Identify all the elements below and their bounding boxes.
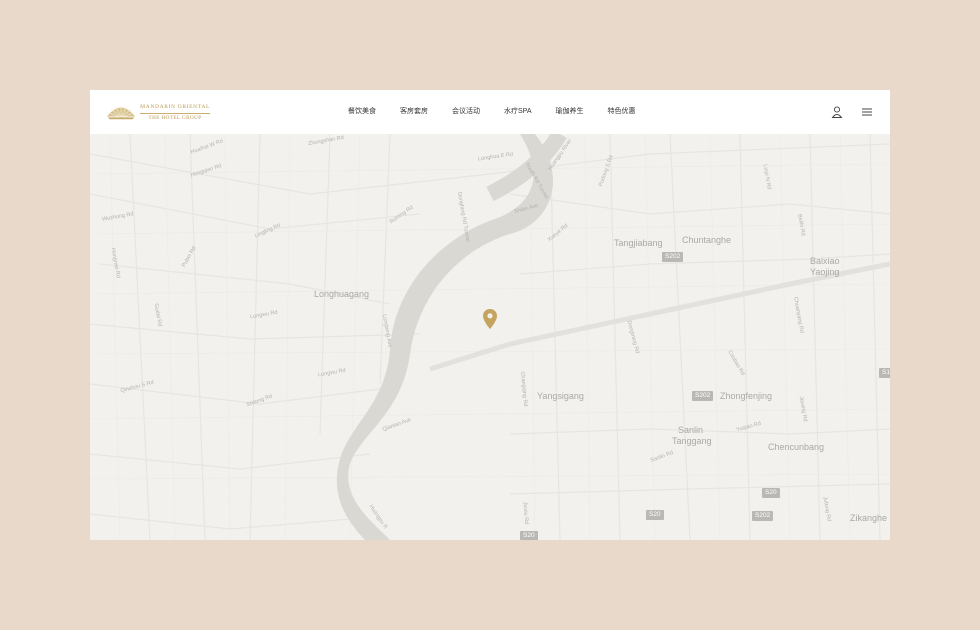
map-canvas: [90, 134, 890, 540]
district-label: Yangsigang: [537, 391, 584, 401]
nav-item-dining[interactable]: 餐饮美食: [348, 107, 376, 117]
district-label: Tangjiabang: [614, 238, 663, 248]
logo-line-1: MANDARIN ORIENTAL: [140, 104, 210, 111]
highway-shield: S20: [646, 510, 664, 520]
district-label: Longhuagang: [314, 289, 370, 299]
nav-item-offers[interactable]: 特色优惠: [608, 107, 636, 117]
user-icon[interactable]: [830, 105, 844, 119]
district-label: Baixiao: [810, 256, 840, 266]
location-map[interactable]: Longhuagang Tangjiabang Chuntanghe Baixi…: [90, 134, 890, 540]
highway-shield: S202: [662, 252, 684, 262]
logo-wordmark: MANDARIN ORIENTAL THE HOTEL GROUP: [140, 104, 210, 121]
site-header: MANDARIN ORIENTAL THE HOTEL GROUP 餐饮美食 客…: [90, 90, 890, 134]
district-label: Zikanghe: [850, 513, 888, 523]
hamburger-menu-icon[interactable]: [860, 105, 874, 119]
district-label: Chencunbang: [768, 442, 825, 452]
main-nav: 餐饮美食 客房套房 会议活动 水疗SPA 瑜伽养生 特色优惠: [348, 107, 660, 117]
highway-shield: S20: [762, 488, 780, 498]
logo-divider: [140, 112, 210, 114]
location-pin-icon[interactable]: [482, 308, 498, 330]
highway-shield: S202: [692, 391, 714, 401]
fan-logo-icon: [106, 105, 136, 120]
nav-item-meetings[interactable]: 会议活动: [452, 107, 480, 117]
district-label: Sanlin: [678, 425, 704, 435]
brand-logo[interactable]: MANDARIN ORIENTAL THE HOTEL GROUP: [106, 102, 210, 124]
highway-shield: S1: [879, 368, 890, 378]
district-label: Zhongfenjing: [720, 391, 773, 401]
district-label: Tanggang: [672, 436, 712, 446]
district-label: Yaojing: [810, 267, 840, 277]
site-frame: MANDARIN ORIENTAL THE HOTEL GROUP 餐饮美食 客…: [90, 90, 890, 540]
logo-line-2: THE HOTEL GROUP: [148, 114, 202, 121]
highway-shield: S202: [752, 511, 774, 521]
nav-item-rooms[interactable]: 客房套房: [400, 107, 428, 117]
highway-shield: S20: [520, 531, 538, 540]
district-label: Chuntanghe: [682, 235, 732, 245]
nav-item-wellness[interactable]: 瑜伽养生: [556, 107, 584, 117]
nav-item-spa[interactable]: 水疗SPA: [504, 107, 532, 117]
